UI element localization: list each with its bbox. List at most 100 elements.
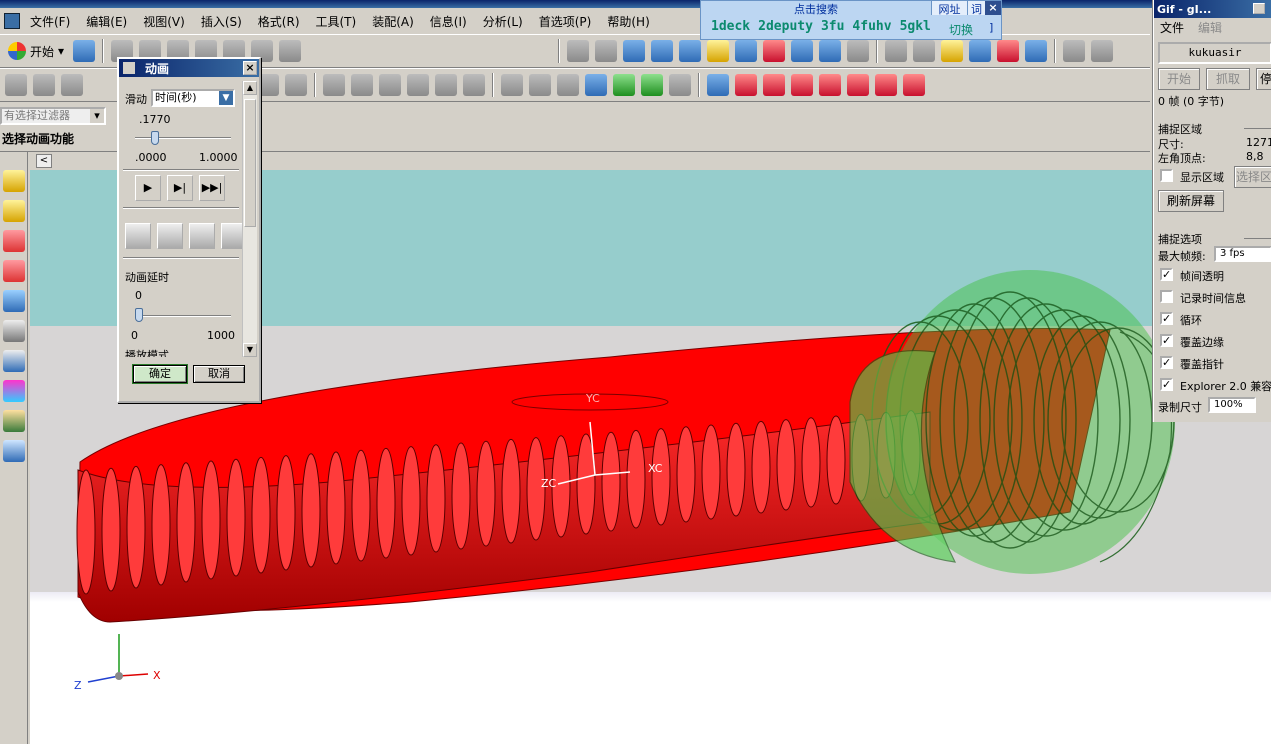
- close-icon[interactable]: ×: [243, 61, 257, 75]
- menu-preferences[interactable]: 首选项(P): [531, 13, 600, 30]
- cancel-button[interactable]: 取消: [193, 365, 245, 383]
- menu-file[interactable]: 文件(F): [22, 13, 78, 30]
- stop-icon[interactable]: [903, 74, 925, 96]
- step-back-icon[interactable]: [763, 74, 785, 96]
- time-slider-track[interactable]: [135, 137, 231, 139]
- menu-format[interactable]: 格式(R): [250, 13, 308, 30]
- menu-info[interactable]: 信息(I): [422, 13, 475, 30]
- menu-help[interactable]: 帮助(H): [599, 13, 657, 30]
- tab-web[interactable]: 网址: [931, 1, 967, 16]
- table-icon[interactable]: [585, 74, 607, 96]
- trace-icon[interactable]: [501, 74, 523, 96]
- first-frame-icon[interactable]: [735, 74, 757, 96]
- step-forward-icon[interactable]: ▶|: [167, 175, 193, 201]
- last-frame-icon[interactable]: [847, 74, 869, 96]
- gear-icon[interactable]: [435, 74, 457, 96]
- time-slider-thumb[interactable]: [150, 131, 159, 145]
- dict-link[interactable]: 4fuhv: [852, 19, 891, 34]
- zoom-window-icon[interactable]: [595, 40, 618, 62]
- selection-filter-select[interactable]: 有选择过滤器: [0, 107, 106, 125]
- pan-icon[interactable]: [707, 40, 730, 62]
- printer-icon[interactable]: [5, 74, 27, 96]
- close-icon[interactable]: ×: [985, 1, 1001, 15]
- scroll-thumb[interactable]: [244, 99, 256, 227]
- opt-explorer-checkbox[interactable]: ✓: [1160, 378, 1173, 391]
- scroll-up-icon[interactable]: ▲: [243, 81, 257, 95]
- render-style-icon[interactable]: [847, 40, 870, 62]
- max-fps-select[interactable]: 3 fps: [1214, 246, 1271, 262]
- interference-icon[interactable]: [221, 223, 243, 249]
- graph-icon[interactable]: [557, 74, 579, 96]
- joint-icon[interactable]: [941, 40, 964, 62]
- refresh-screen-button[interactable]: 刷新屏幕: [1158, 190, 1224, 212]
- selection-icon[interactable]: [279, 40, 302, 62]
- gif-stop-button[interactable]: 停: [1256, 68, 1271, 90]
- opt-cursor-checkbox[interactable]: ✓: [1160, 356, 1173, 369]
- menu-insert[interactable]: 插入(S): [193, 13, 250, 30]
- damper-icon[interactable]: [379, 74, 401, 96]
- dialog-scrollbar[interactable]: ▲ ▼: [242, 81, 257, 357]
- tab-word[interactable]: 词: [967, 1, 985, 16]
- click-search-button[interactable]: 点击搜索: [701, 1, 931, 16]
- minimize-icon[interactable]: [1253, 3, 1265, 14]
- trace-icon[interactable]: [157, 223, 183, 249]
- record-size-select[interactable]: 100%: [1208, 397, 1256, 413]
- spring-icon[interactable]: [351, 74, 373, 96]
- opt-time-checkbox[interactable]: [1160, 290, 1173, 303]
- assembly-navigator-icon[interactable]: [3, 170, 25, 192]
- point-icon[interactable]: [285, 74, 307, 96]
- system-scenes-icon[interactable]: [3, 440, 25, 462]
- dict-link[interactable]: 2deputy: [758, 19, 813, 34]
- delay-slider-track[interactable]: [135, 315, 231, 317]
- arrow-right-icon[interactable]: [641, 74, 663, 96]
- marker-icon[interactable]: [407, 74, 429, 96]
- scroll-down-icon[interactable]: ▼: [243, 343, 257, 357]
- snapshot-icon[interactable]: [125, 223, 151, 249]
- constraint-navigator-icon[interactable]: [3, 230, 25, 252]
- menu-assembly[interactable]: 装配(A): [364, 13, 422, 30]
- explode-icon[interactable]: [529, 74, 551, 96]
- menu-view[interactable]: 视图(V): [135, 13, 193, 30]
- ok-button[interactable]: 确定: [132, 364, 188, 384]
- menu-tools[interactable]: 工具(T): [308, 13, 365, 30]
- angle-icon[interactable]: [1091, 40, 1114, 62]
- switch-button[interactable]: 切换: [949, 21, 973, 38]
- step-forward-icon[interactable]: [819, 74, 841, 96]
- gif-start-button[interactable]: 开始: [1158, 68, 1200, 90]
- pause-icon[interactable]: [875, 74, 897, 96]
- pin-icon[interactable]: [123, 62, 135, 74]
- dict-link[interactable]: 1deck: [711, 19, 750, 34]
- wcs-icon[interactable]: [791, 40, 814, 62]
- roles-icon[interactable]: [3, 410, 25, 432]
- slider-mode-select[interactable]: 时间(秒) ▼: [151, 89, 235, 107]
- step-icon[interactable]: [669, 74, 691, 96]
- motion-icon[interactable]: [969, 40, 992, 62]
- arrow-left-icon[interactable]: [613, 74, 635, 96]
- save-icon[interactable]: [73, 40, 96, 62]
- select-area-button[interactable]: 选择区: [1234, 166, 1271, 188]
- fast-forward-icon[interactable]: ▶▶|: [199, 175, 225, 201]
- dict-link[interactable]: 3fu: [821, 19, 844, 34]
- play-icon[interactable]: [791, 74, 813, 96]
- gif-titlebar[interactable]: Gif - gI...: [1154, 0, 1271, 18]
- motion-navigator-icon[interactable]: [3, 260, 25, 282]
- history-icon[interactable]: [3, 320, 25, 342]
- palette-icon[interactable]: [3, 380, 25, 402]
- rotate-icon[interactable]: [679, 40, 702, 62]
- show-area-checkbox[interactable]: [1160, 169, 1173, 182]
- delay-slider-thumb[interactable]: [135, 308, 143, 322]
- animation-dialog-titlebar[interactable]: 动画: [119, 59, 259, 77]
- web-browser-icon[interactable]: [3, 290, 25, 312]
- expression-icon[interactable]: [61, 74, 83, 96]
- rack-icon[interactable]: [463, 74, 485, 96]
- link-icon[interactable]: [323, 74, 345, 96]
- dict-link[interactable]: 5gkl: [900, 19, 931, 34]
- opt-loop-checkbox[interactable]: ✓: [1160, 312, 1173, 325]
- opt-border-checkbox[interactable]: ✓: [1160, 334, 1173, 347]
- tool-icon[interactable]: [33, 74, 55, 96]
- zoom-icon[interactable]: [623, 40, 646, 62]
- menu-edit[interactable]: 编辑(E): [78, 13, 135, 30]
- constraint-icon[interactable]: [913, 40, 936, 62]
- menu-analysis[interactable]: 分析(L): [475, 13, 531, 30]
- chevron-down-icon[interactable]: ▼: [219, 91, 233, 105]
